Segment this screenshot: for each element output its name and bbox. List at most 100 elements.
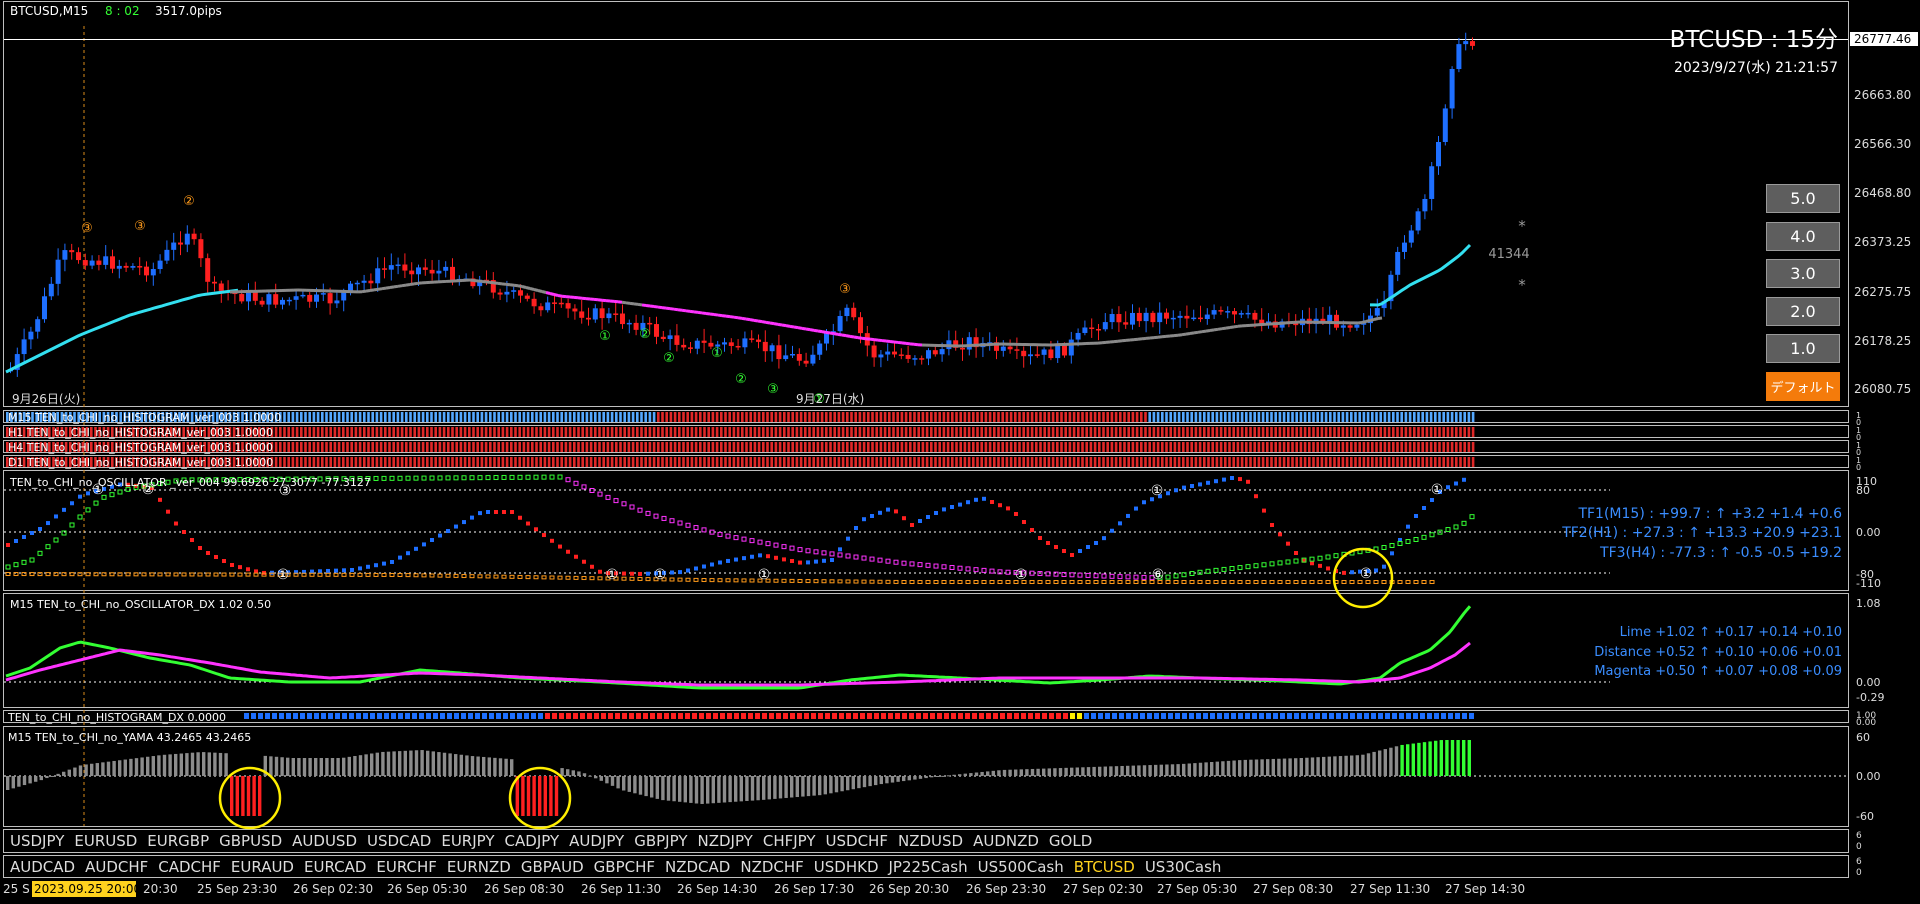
symbol-euraud[interactable]: EURAUD [231,858,294,876]
symbol-nzdjpy[interactable]: NZDJPY [697,832,752,850]
symbol-nzdchf[interactable]: NZDCHF [740,858,803,876]
symbol-audchf[interactable]: AUDCHF [85,858,148,876]
yama-bar [157,755,161,776]
hist-bar [543,427,547,437]
ma-slow-seg [553,293,559,297]
hist-bar [762,457,765,467]
symbol-audjpy[interactable]: AUDJPY [569,832,624,850]
yama-bar [857,776,861,789]
hist-bar [564,457,568,467]
hist-bar [1400,457,1403,467]
hist-bar [1392,427,1395,437]
symbol-gbpaud[interactable]: GBPAUD [521,858,584,876]
hist-dx-box [685,713,690,719]
osc-dot [1254,494,1258,499]
symbol-chfjpy[interactable]: CHFJPY [763,832,816,850]
symbol-cadjpy[interactable]: CADJPY [505,832,560,850]
symbol-audusd[interactable]: AUDUSD [292,832,357,850]
tf-3-button[interactable]: 3.0 [1766,259,1840,288]
tf-5-button[interactable]: 5.0 [1766,184,1840,213]
yama-bar [896,776,900,782]
hist-bar [631,457,635,467]
hist-bar [699,442,702,452]
hist-dx-box [314,713,319,719]
hist-bar [1270,427,1273,437]
symbol-audnzd[interactable]: AUDNZD [973,832,1039,850]
hist-bar [1119,457,1122,467]
symbol-usdhkd[interactable]: USDHKD [814,858,879,876]
hist-bar [1064,412,1067,422]
hist-bar [371,442,374,452]
hist-bar [1341,442,1345,452]
symbol-eurgbp[interactable]: EURGBP [147,832,209,850]
hist-dx-box [1077,713,1082,719]
symbol-nzdcad[interactable]: NZDCAD [665,858,730,876]
tf-2-button[interactable]: 2.0 [1766,297,1840,326]
hist-bar [972,457,975,467]
default-button[interactable]: デフォルト [1766,372,1840,401]
symbol-nzdusd[interactable]: NZDUSD [898,832,963,850]
hist-bar [321,412,324,422]
symbol-btcusd[interactable]: BTCUSD [1074,858,1135,876]
hist-bar [1425,442,1429,452]
ma-slow-seg [741,316,747,321]
symbol-us500cash[interactable]: US500Cash [978,858,1064,876]
hist-bar [963,457,967,467]
symbol-usdchf[interactable]: USDCHF [826,832,888,850]
tf-4-button[interactable]: 4.0 [1766,222,1840,251]
hist-dx-box [1196,713,1201,719]
hist-bar [1316,427,1319,437]
symbol-eurusd[interactable]: EURUSD [74,832,137,850]
symbol-cadchf[interactable]: CADCHF [158,858,221,876]
osc-dot [358,566,362,571]
tf-1-button[interactable]: 1.0 [1766,334,1840,363]
hist-bar [757,427,761,437]
hist-bar [1320,412,1324,422]
yama-bar [403,750,407,776]
hist-dx-box [713,713,718,719]
symbol-us30cash[interactable]: US30Cash [1145,858,1222,876]
hist-bar [468,412,471,422]
osc-dot [518,515,522,520]
hist-bar [1068,412,1072,422]
osc-dot [758,553,762,558]
hist-bar [358,412,362,422]
yama-bar [1400,744,1404,776]
symbol-gbpusd[interactable]: GBPUSD [219,832,282,850]
hist-bar [300,457,303,467]
yama-bar [487,757,491,776]
yama-bar [510,759,514,776]
symbol-eurchf[interactable]: EURCHF [376,858,437,876]
osc-dot [222,559,226,563]
symbol-audcad[interactable]: AUDCAD [10,858,75,876]
yama-bar [1417,742,1421,776]
symbol-gold[interactable]: GOLD [1049,832,1092,850]
symbol-eurnzd[interactable]: EURNZD [447,858,511,876]
hist-bar [636,427,639,437]
yama-bar [207,752,211,776]
hist-bar [354,412,358,422]
hist-bar [1098,457,1101,467]
ma-slow-seg [529,287,535,291]
symbol-gbpchf[interactable]: GBPCHF [594,858,655,876]
orange-marker: ③ [81,221,93,236]
symbol-jp225cash[interactable]: JP225Cash [889,858,968,876]
symbol-gbpjpy[interactable]: GBPJPY [634,832,687,850]
ma-slow-seg [517,284,523,288]
hist-bar [1379,427,1382,437]
osc-dot [366,564,370,569]
hist-bar [1429,457,1433,467]
symbol-eurjpy[interactable]: EURJPY [441,832,494,850]
chart-canvas[interactable]: ③ ③ ② ③ ① ② ② ① ② ③ ① BTCUSD,M15 8 : 02 … [0,0,1920,904]
hist-bar [1404,412,1408,422]
hist-bar [1114,442,1118,452]
yama-bar [6,776,10,790]
symbol-eurcad[interactable]: EURCAD [304,858,366,876]
symbol-usdjpy[interactable]: USDJPY [10,832,64,850]
hist-bar [749,427,752,437]
hist-bar [400,442,404,452]
hist-bar [690,457,694,467]
symbol-usdcad[interactable]: USDCAD [367,832,431,850]
hist-dx-box [825,713,830,719]
ma-slow-seg [1205,329,1211,333]
